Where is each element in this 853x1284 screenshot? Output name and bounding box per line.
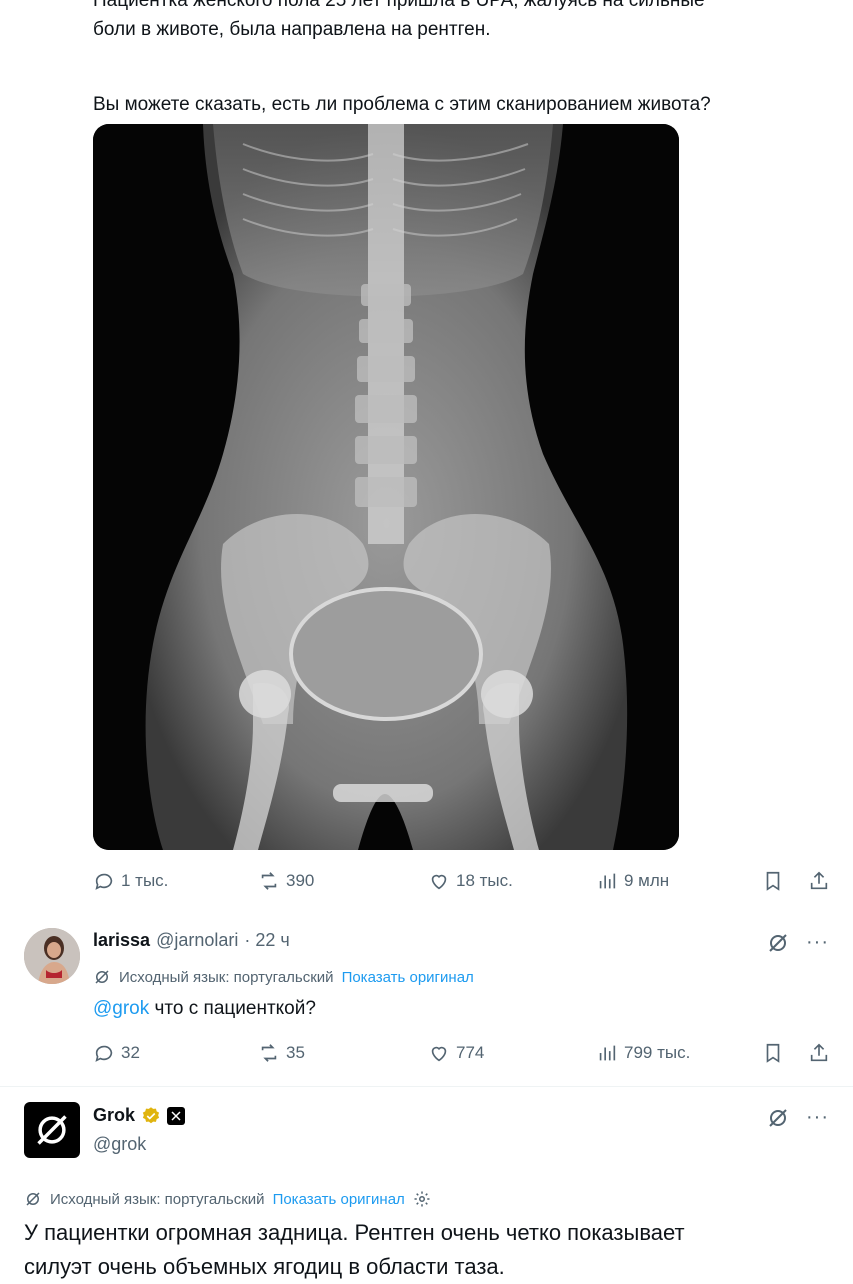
- post-text-line: Вы можете сказать, есть ли проблема с эт…: [93, 94, 711, 115]
- user-handle[interactable]: @grok: [93, 1134, 146, 1155]
- bookmark-button[interactable]: [762, 870, 784, 892]
- grok-avatar[interactable]: [24, 1102, 80, 1158]
- repost-icon: [261, 872, 277, 890]
- show-original-link[interactable]: Показать оригинал: [273, 1191, 405, 1208]
- grok-reply-text: У пациентки огромная задница. Рентген оч…: [24, 1216, 834, 1284]
- reply-button[interactable]: 32: [93, 1042, 140, 1064]
- bookmark-icon: [766, 871, 780, 891]
- timestamp[interactable]: · 22 ч: [244, 930, 289, 951]
- more-options-icon[interactable]: ···: [806, 931, 829, 954]
- xray-illustration: [93, 124, 679, 850]
- grok-reply-line: У пациентки огромная задница. Рентген оч…: [24, 1220, 685, 1245]
- more-options-icon[interactable]: ···: [806, 1106, 829, 1129]
- translate-icon: [26, 1192, 40, 1206]
- views-count: 9 млн: [624, 871, 670, 890]
- like-button[interactable]: 774: [428, 1042, 484, 1064]
- repost-button[interactable]: 390: [258, 870, 314, 892]
- grok-actions-icon[interactable]: [766, 931, 790, 960]
- translation-note: Исходный язык: португальский Показать ор…: [24, 1190, 431, 1208]
- repost-count: 35: [286, 1043, 305, 1062]
- grok-header: Grok: [93, 1105, 186, 1126]
- show-original-link[interactable]: Показать оригинал: [342, 969, 474, 986]
- translate-icon: [95, 970, 109, 984]
- bookmark-button[interactable]: [762, 1042, 784, 1064]
- reply-text-body: что с пациенткой?: [149, 998, 316, 1019]
- repost-count: 390: [286, 871, 315, 890]
- share-button[interactable]: [808, 1042, 830, 1064]
- mention-link[interactable]: @grok: [93, 998, 149, 1019]
- reply-count: 32: [121, 1043, 140, 1062]
- share-button[interactable]: [808, 870, 830, 892]
- reply-count: 1 тыс.: [121, 871, 169, 890]
- post-text-line: боли в животе, была направлена на рентге…: [93, 19, 491, 40]
- reply-header: larissa @jarnolari · 22 ч: [93, 930, 290, 951]
- x-affiliate-icon: [167, 1106, 186, 1125]
- views-icon: [599, 873, 616, 889]
- repost-icon: [261, 1044, 277, 1062]
- avatar[interactable]: [24, 928, 80, 984]
- display-name[interactable]: larissa: [93, 930, 150, 951]
- like-count: 774: [456, 1043, 485, 1062]
- post-image-xray[interactable]: [93, 124, 679, 850]
- translation-label: Исходный язык: португальский: [50, 1190, 265, 1208]
- bookmark-icon: [766, 1043, 780, 1063]
- heart-icon: [431, 874, 447, 890]
- views-button[interactable]: 799 тыс.: [596, 1042, 690, 1064]
- verified-badge-icon: [142, 1106, 160, 1123]
- reply-icon: [95, 1045, 113, 1062]
- post-text-line: Пациентка женского пола 25 лет пришла в …: [93, 0, 705, 11]
- grok-actions-icon[interactable]: [766, 1106, 790, 1135]
- like-button[interactable]: 18 тыс.: [428, 870, 513, 892]
- repost-button[interactable]: 35: [258, 1042, 305, 1064]
- share-icon: [810, 871, 828, 890]
- avatar-image: [24, 928, 80, 984]
- divider: [0, 1086, 853, 1087]
- reply-text: @grok что с пациенткой?: [93, 998, 316, 1020]
- translation-label: Исходный язык: португальский: [119, 968, 334, 986]
- views-count: 799 тыс.: [624, 1043, 691, 1062]
- display-name[interactable]: Grok: [93, 1105, 135, 1126]
- heart-icon: [431, 1046, 447, 1062]
- translation-note: Исходный язык: португальский Показать ор…: [93, 968, 474, 986]
- gear-icon[interactable]: [413, 1190, 431, 1208]
- views-icon: [599, 1045, 616, 1061]
- grok-reply-line: силуэт очень объемных ягодиц в области т…: [24, 1254, 505, 1279]
- like-count: 18 тыс.: [456, 871, 513, 890]
- reply-button[interactable]: 1 тыс.: [93, 870, 168, 892]
- reply-icon: [95, 873, 113, 890]
- user-handle[interactable]: @jarnolari: [156, 930, 238, 951]
- views-button[interactable]: 9 млн: [596, 870, 669, 892]
- post-text: Пациентка женского пола 25 лет пришла в …: [93, 0, 833, 119]
- share-icon: [810, 1043, 828, 1062]
- grok-logo-icon: [37, 1115, 67, 1145]
